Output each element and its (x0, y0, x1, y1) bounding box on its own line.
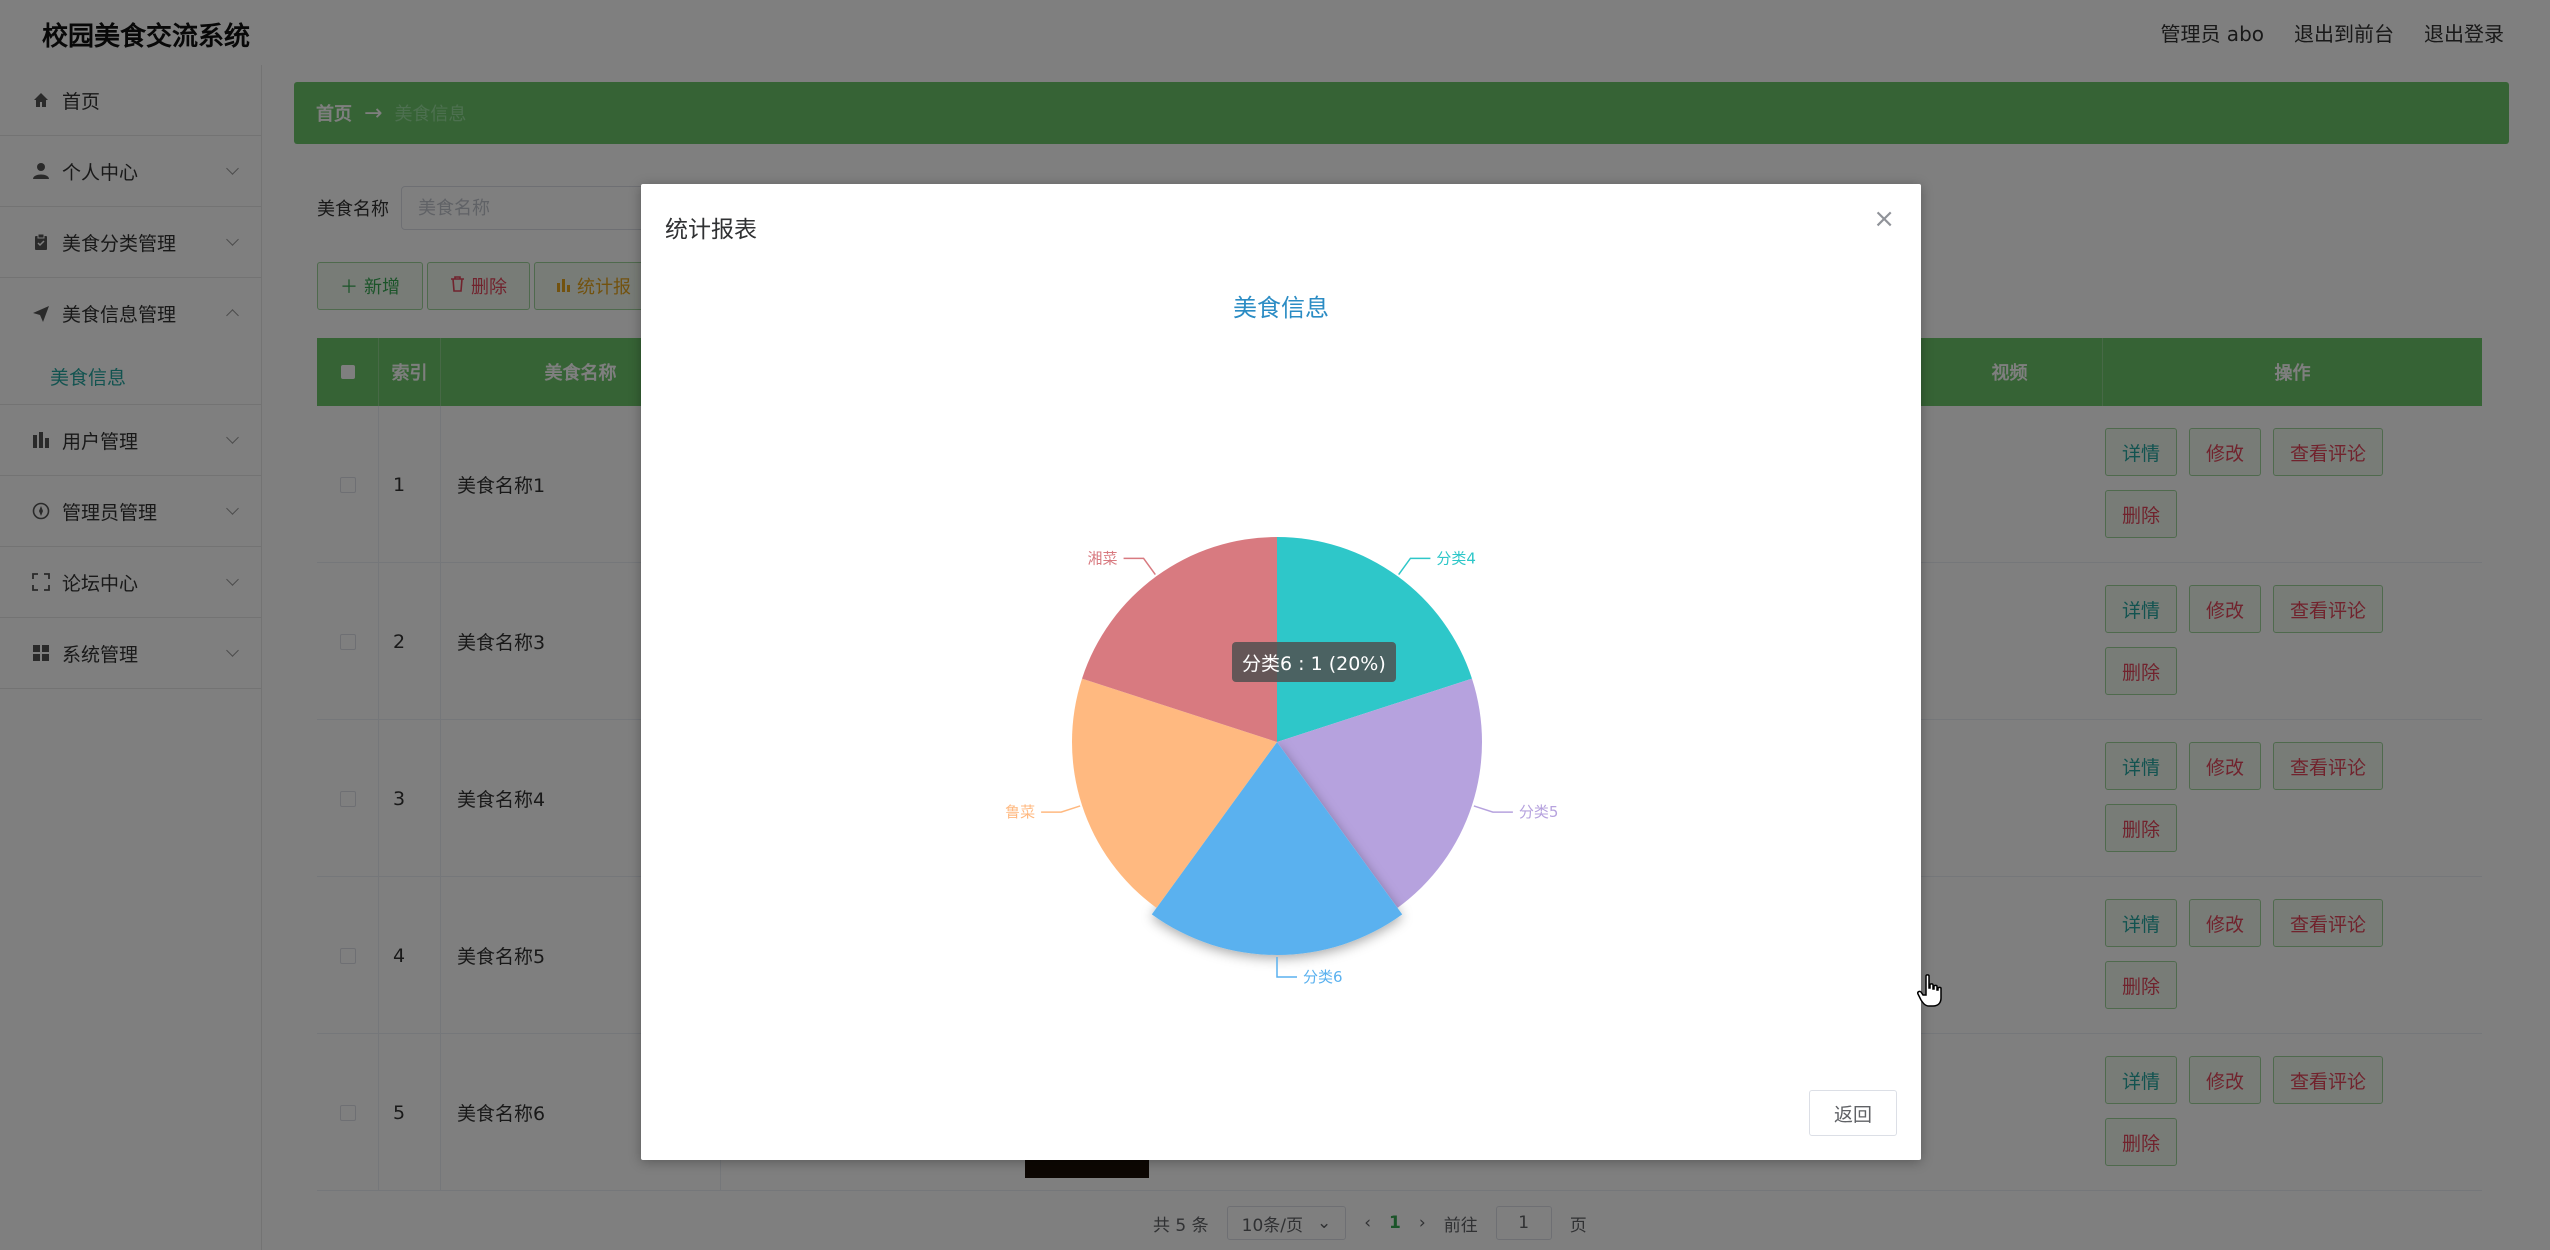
pie-label-line (1123, 557, 1156, 575)
pie-label-line (1473, 805, 1513, 813)
return-button[interactable]: 返回 (1809, 1090, 1897, 1136)
stats-report-dialog: 统计报表 × 美食信息 分类4 分类5 分类6 鲁菜 湘菜 分类6 : 1 (20%) … (641, 184, 1942, 1160)
pie-label: 分类6 (1303, 968, 1343, 986)
pie-label-line (1398, 557, 1431, 575)
pie-label: 分类5 (1519, 803, 1559, 821)
chart-tooltip: 分类6 : 1 (20%) (1232, 642, 1396, 682)
pie-label-line (1276, 957, 1297, 978)
pie-label: 湘菜 (1088, 549, 1118, 567)
pie-label-line (1041, 805, 1081, 813)
hand-cursor-icon (1917, 974, 1942, 1007)
pie-label: 分类4 (1436, 549, 1476, 567)
pie-label: 鲁菜 (1005, 803, 1035, 821)
